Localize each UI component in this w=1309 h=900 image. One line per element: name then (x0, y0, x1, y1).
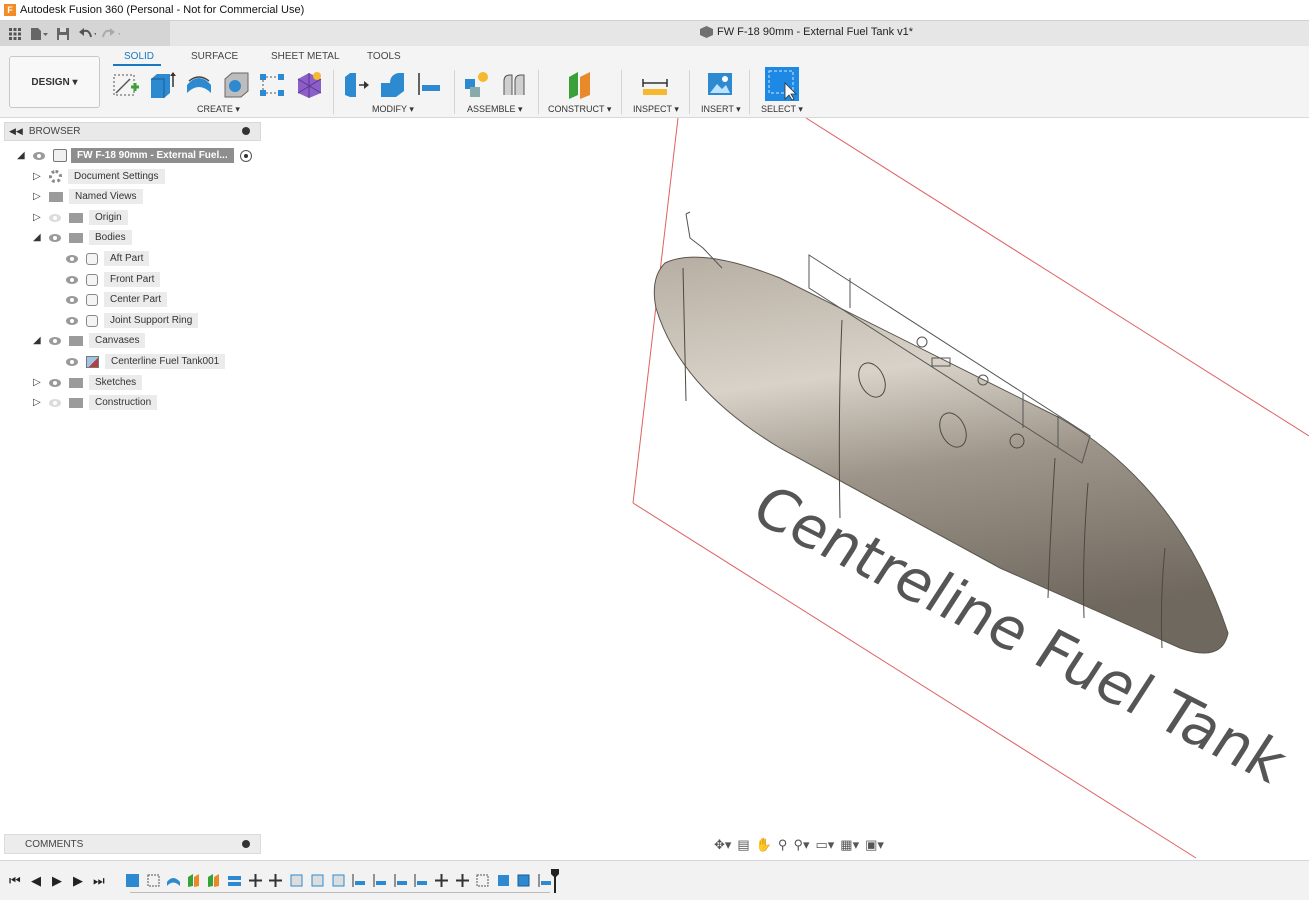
tab-tools[interactable]: TOOLS (367, 51, 401, 62)
hole-icon[interactable] (222, 69, 250, 99)
zoom-icon[interactable]: ⚲ (778, 837, 788, 853)
insert-menu[interactable]: INSERT ▾ (701, 104, 741, 115)
timeline-body-feature-icon[interactable] (311, 874, 324, 887)
document-tab[interactable]: FW F-18 90mm - External Fuel Tank v1* (700, 26, 913, 38)
step-forward-icon[interactable]: ▶ (73, 873, 83, 889)
tab-surface[interactable]: SURFACE (191, 51, 238, 62)
press-pull-icon[interactable] (342, 69, 370, 99)
grid-icon[interactable] (6, 25, 24, 43)
toolbar-separator (538, 70, 539, 114)
viewports-icon[interactable]: ▣▾ (865, 837, 884, 853)
fit-icon[interactable]: ⚲▾ (793, 837, 809, 853)
inspect-menu[interactable]: INSPECT ▾ (633, 104, 679, 115)
look-at-icon[interactable]: ▤ (737, 837, 749, 853)
play-icon[interactable]: ▶ (52, 873, 62, 889)
timeline-align-feature-icon[interactable] (373, 874, 386, 887)
timeline-sketch-feature-icon[interactable] (476, 874, 489, 887)
go-to-end-icon[interactable]: ⏭ (93, 873, 105, 889)
active-tab-indicator (113, 64, 161, 66)
toolbar-separator (749, 70, 750, 114)
timeline-track (130, 892, 550, 893)
workspace-switcher-button[interactable]: DESIGN ▾ (9, 56, 100, 108)
pattern-icon[interactable] (258, 69, 286, 99)
toolbar-separator (621, 70, 622, 114)
save-icon[interactable] (54, 25, 72, 43)
timeline-body-feature-icon[interactable] (290, 874, 303, 887)
offset-plane-icon[interactable] (566, 69, 594, 99)
fillet-icon[interactable] (378, 69, 406, 99)
construct-menu[interactable]: CONSTRUCT ▾ (548, 104, 611, 115)
modify-menu[interactable]: MODIFY ▾ (372, 104, 414, 115)
file-icon[interactable] (30, 25, 48, 43)
quick-access-tools (0, 21, 170, 47)
timeline-align-feature-icon[interactable] (414, 874, 427, 887)
select-icon[interactable] (765, 67, 799, 101)
select-menu[interactable]: SELECT ▾ (761, 104, 803, 115)
fusion-logo-icon: F (4, 4, 16, 16)
app-title: Autodesk Fusion 360 (Personal - Not for … (20, 4, 305, 16)
orbit-icon[interactable]: ✥▾ (714, 837, 731, 853)
pin-icon[interactable] (242, 840, 250, 848)
display-settings-icon[interactable]: ▭▾ (815, 837, 834, 853)
tab-solid[interactable]: SOLID (124, 51, 154, 62)
timeline-plane-feature-icon[interactable] (187, 874, 200, 887)
comments-title: COMMENTS (25, 838, 84, 850)
redo-icon[interactable] (102, 25, 120, 43)
timeline-align-feature-icon[interactable] (394, 874, 407, 887)
pan-icon[interactable]: ✋ (756, 837, 772, 853)
create-sketch-icon[interactable] (112, 69, 140, 99)
timeline-playhead-marker[interactable] (551, 869, 559, 893)
insert-image-icon[interactable] (706, 69, 734, 99)
toolbar-separator (333, 70, 334, 114)
create-menu[interactable]: CREATE ▾ (197, 104, 240, 115)
go-to-start-icon[interactable]: ⏮ (9, 873, 21, 889)
toolbar-separator (689, 70, 690, 114)
measure-icon[interactable] (641, 69, 669, 99)
timeline-sketch-feature-icon[interactable] (147, 874, 160, 887)
timeline-move-feature-icon[interactable] (249, 874, 262, 887)
ribbon-toolbar: DESIGN ▾ SOLID SURFACE SHEET METAL TOOLS… (0, 46, 1309, 118)
comments-panel[interactable]: COMMENTS (4, 834, 261, 854)
title-bar: F Autodesk Fusion 360 (Personal - Not fo… (0, 0, 1309, 20)
revolve-icon[interactable] (185, 69, 213, 99)
timeline-plane-feature-icon[interactable] (207, 874, 220, 887)
timeline-move-feature-icon[interactable] (456, 874, 469, 887)
step-back-icon[interactable]: ◀ (31, 873, 41, 889)
timeline-move-feature-icon[interactable] (269, 874, 282, 887)
joint-icon[interactable] (500, 69, 528, 99)
timeline-body-feature-icon[interactable] (332, 874, 345, 887)
extrude-icon[interactable] (148, 69, 176, 99)
timeline-press-pull-feature-icon[interactable] (497, 874, 510, 887)
align-icon[interactable] (415, 69, 443, 99)
navigation-bar: ✥▾ ▤ ✋ ⚲ ⚲▾ ▭▾ ▦▾ ▣▾ (714, 835, 928, 855)
timeline-move-feature-icon[interactable] (435, 874, 448, 887)
grid-settings-icon[interactable]: ▦▾ (840, 837, 859, 853)
toolbar-separator (454, 70, 455, 114)
assemble-menu[interactable]: ASSEMBLE ▾ (467, 104, 523, 115)
viewport-canvas[interactable]: Centreline Fuel Tank (0, 118, 1309, 859)
tab-sheet-metal[interactable]: SHEET METAL (271, 51, 340, 62)
timeline-revolve-feature-icon[interactable] (167, 874, 180, 887)
document-title: FW F-18 90mm - External Fuel Tank v1* (717, 26, 914, 38)
timeline-canvas-feature-icon[interactable] (126, 874, 139, 887)
new-component-icon[interactable] (462, 69, 490, 99)
timeline-align-feature-icon[interactable] (538, 874, 551, 887)
timeline-split-feature-icon[interactable] (228, 874, 241, 887)
quick-access-bar: FW F-18 90mm - External Fuel Tank v1* (0, 20, 1309, 47)
undo-icon[interactable] (78, 25, 96, 43)
create-form-icon[interactable] (295, 69, 323, 99)
document-cube-icon (700, 26, 713, 38)
timeline-align-feature-icon[interactable] (352, 874, 365, 887)
timeline: ⏮ ◀ ▶ ▶ ⏭ (0, 860, 1309, 900)
timeline-body-feature-icon[interactable] (517, 874, 530, 887)
